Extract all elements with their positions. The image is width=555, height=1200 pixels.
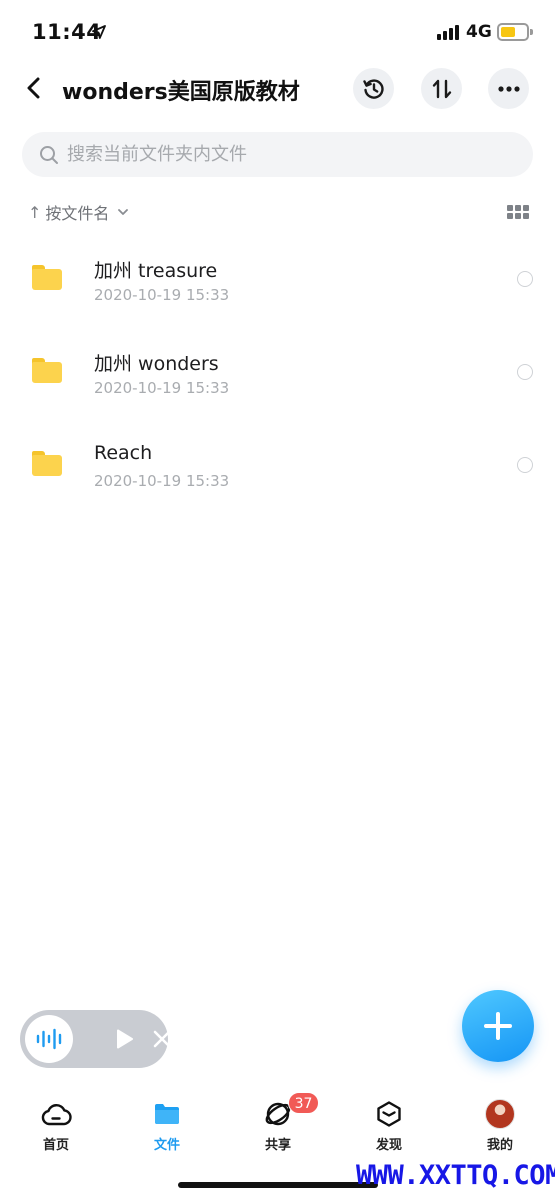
audio-wave-icon [36, 1028, 62, 1050]
search-input[interactable] [67, 144, 487, 165]
plus-icon [484, 1012, 512, 1040]
search-icon [40, 145, 58, 164]
tab-files[interactable]: 文件 [127, 1090, 207, 1156]
tab-label: 发现 [375, 1138, 402, 1153]
search-bar[interactable] [22, 132, 533, 177]
list-item[interactable]: Reach 2020-10-19 15:33 [0, 419, 555, 512]
play-icon[interactable] [113, 1028, 135, 1050]
tab-home[interactable]: 首页 [16, 1090, 96, 1156]
folder-icon [32, 451, 62, 476]
file-name: 加州 treasure [94, 260, 218, 282]
network-type: 4G [466, 22, 492, 42]
tab-label: 共享 [264, 1138, 291, 1153]
close-icon[interactable] [152, 1029, 172, 1049]
mini-audio-player [20, 1010, 171, 1068]
tab-label: 我的 [486, 1138, 513, 1153]
battery-icon [497, 23, 533, 41]
watermark: WWW.XXTTQ.COM [356, 1160, 555, 1191]
tab-label: 文件 [153, 1138, 180, 1153]
select-radio[interactable] [517, 457, 533, 473]
avatar [485, 1099, 515, 1129]
folder-icon [32, 265, 62, 290]
chevron-left-icon [27, 77, 40, 99]
select-radio[interactable] [517, 364, 533, 380]
more-dots-icon [497, 85, 520, 92]
file-date: 2020-10-19 15:33 [94, 379, 230, 397]
tab-discover[interactable]: 发现 [349, 1090, 429, 1156]
notification-badge: 37 [288, 1092, 319, 1114]
history-icon [362, 78, 384, 99]
status-bar: 11:44 4G [0, 0, 555, 66]
back-button[interactable] [20, 74, 48, 102]
chevron-down-icon [118, 209, 129, 215]
list-item[interactable]: 加州 wonders 2020-10-19 15:33 [0, 326, 555, 419]
tab-label: 首页 [42, 1138, 69, 1153]
signal-icon [437, 24, 461, 40]
history-button[interactable] [353, 68, 394, 109]
file-name: Reach [94, 442, 153, 464]
sort-label: 按文件名 [45, 204, 110, 223]
status-time: 11:44 [32, 20, 102, 44]
home-indicator [178, 1182, 378, 1188]
sort-arrows-icon [432, 79, 451, 98]
grid-view-icon[interactable] [507, 205, 529, 219]
tab-share[interactable]: 37 共享 [238, 1090, 319, 1156]
audio-wave-button[interactable] [25, 1015, 73, 1063]
folder-icon [151, 1098, 183, 1130]
file-date: 2020-10-19 15:33 [94, 286, 230, 304]
file-list: 加州 treasure 2020-10-19 15:33 加州 wonders … [0, 233, 555, 512]
page-title: wonders美国原版教材 [62, 80, 300, 105]
more-button[interactable] [488, 68, 529, 109]
select-radio[interactable] [517, 271, 533, 287]
sort-order-button[interactable] [421, 68, 462, 109]
add-button[interactable] [462, 990, 534, 1062]
bottom-tab-bar: 首页 文件 37 共享 发现 我的 [0, 1090, 555, 1160]
sort-arrow-icon: ↑ [28, 202, 42, 222]
folder-icon [32, 358, 62, 383]
list-item[interactable]: 加州 treasure 2020-10-19 15:33 [0, 233, 555, 326]
file-name: 加州 wonders [94, 353, 219, 375]
tab-mine[interactable]: 我的 [460, 1090, 540, 1156]
header: wonders美国原版教材 [0, 66, 555, 112]
cube-icon [373, 1098, 405, 1130]
sort-selector[interactable]: ↑ 按文件名 [28, 200, 129, 224]
file-date: 2020-10-19 15:33 [94, 472, 230, 490]
cloud-icon [40, 1098, 72, 1130]
location-arrow-icon [92, 25, 106, 39]
